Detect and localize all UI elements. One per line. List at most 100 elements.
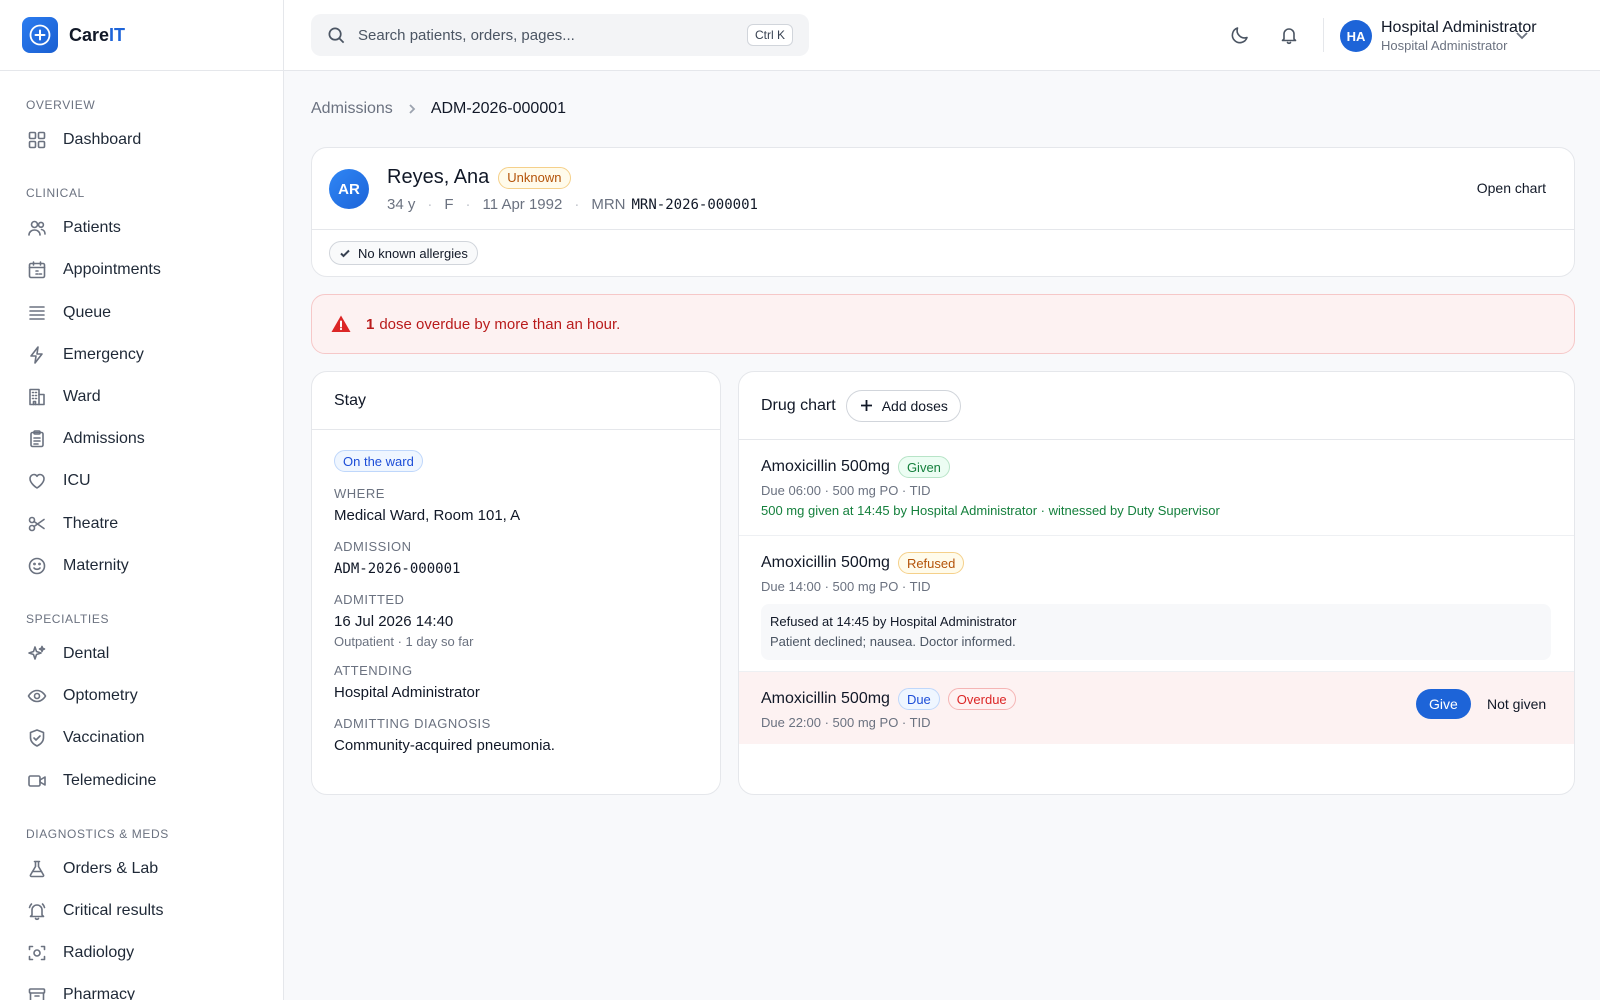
sidebar-item-optometry[interactable]: Optometry [0,675,283,717]
chevron-right-icon [409,104,416,114]
give-button[interactable]: Give [1416,689,1471,719]
sidebar: CareIT OVERVIEW Dashboard CLINICAL Patie… [0,0,284,1000]
stay-card: Stay On the ward WHERE Medical Ward, Roo… [311,371,721,795]
admitted-label: ADMITTED [334,592,405,607]
sidebar-item-patients[interactable]: Patients [0,207,283,249]
add-doses-button[interactable]: Add doses [845,389,961,422]
nav-section-title: OVERVIEW [26,98,96,112]
sidebar-nav: OVERVIEW Dashboard CLINICAL Patients App… [0,71,283,1000]
dose-status-badge: Refused [897,552,965,574]
sidebar-item-theatre[interactable]: Theatre [0,503,283,545]
app-name: CareIT [69,24,126,45]
patient-avatar: AR [329,169,369,209]
sidebar-item-dental[interactable]: Dental [0,633,283,675]
sidebar-item-label: Theatre [63,514,119,532]
sidebar-item-label: Radiology [63,944,135,962]
user-menu[interactable]: HA Hospital Administrator Hospital Admin… [1340,18,1537,54]
mrn-label: MRN [591,196,626,213]
sidebar-item-queue[interactable]: Queue [0,292,283,334]
chevron-down-icon[interactable] [1514,27,1530,43]
patient-age: 34 y [387,196,416,213]
main-content: Admissions ADM-2026-000001 AR Reyes, Ana… [311,71,1575,795]
divider [1323,18,1324,52]
where-value: Medical Ward, Room 101, A [334,507,521,524]
bell-alert-icon [28,903,46,920]
breadcrumb-current: ADM-2026-000001 [430,100,567,117]
dose-schedule: Due 06:00 · 500 mg PO · TID [761,483,931,498]
calendar-icon [28,261,46,279]
avatar: HA [1340,20,1372,52]
sidebar-item-label: Pharmacy [63,986,136,1000]
breadcrumb: Admissions ADM-2026-000001 [311,71,1575,147]
admitted-value: 16 Jul 2026 14:40 [334,613,454,630]
dose-status-badge: Given [897,456,950,478]
not-given-button[interactable]: Not given [1487,696,1546,712]
search-placeholder: Search patients, orders, pages... [358,26,575,44]
patient-mrn: MRN-2026-000001 [631,196,758,213]
search-input[interactable]: Search patients, orders, pages... Ctrl K [311,14,809,56]
top-bar: Search patients, orders, pages... Ctrl K… [284,0,1600,71]
admission-label: ADMISSION [334,539,412,554]
dose-administration-note: 500 mg given at 14:45 by Hospital Admini… [761,503,1220,518]
sidebar-item-ward[interactable]: Ward [0,376,283,418]
alert-text: dose overdue by more than an hour. [379,315,621,333]
sidebar-item-admissions[interactable]: Admissions [0,418,283,460]
sparkles-icon [28,645,46,660]
sidebar-item-label: Dashboard [63,131,142,149]
sidebar-item-label: Admissions [63,430,145,448]
diagnosis-label: ADMITTING DIAGNOSIS [334,716,491,731]
eye-icon [27,689,47,703]
breadcrumb-link-admissions[interactable]: Admissions [311,100,393,118]
dose-drug: Amoxicillin 500mg [761,458,890,475]
sidebar-item-label: Telemedicine [63,771,157,789]
scissors-icon [28,516,45,531]
drug-chart-card: Drug chart Add doses Amoxicillin 500mg G… [738,371,1575,795]
sidebar-item-label: Critical results [63,901,164,919]
sidebar-item-critical-results[interactable]: Critical results [0,890,283,932]
sidebar-item-label: Ward [63,388,101,406]
dose-drug: Amoxicillin 500mg [761,690,890,707]
open-chart-button[interactable]: Open chart [1477,180,1546,196]
sidebar-item-icu[interactable]: ICU [0,460,283,502]
sidebar-item-dashboard[interactable]: Dashboard [0,119,283,161]
nav-section-title: CLINICAL [26,186,85,201]
box-icon [28,988,46,1000]
sidebar-item-telemedicine[interactable]: Telemedicine [0,759,283,801]
overdue-alert: 1 dose overdue by more than an hour. [311,294,1575,354]
sidebar-item-appointments[interactable]: Appointments [0,249,283,291]
moon-icon[interactable] [1229,24,1251,46]
diagnosis-value: Community-acquired pneumonia. [334,737,555,754]
refusal-note: Patient declined; nausea. Doctor informe… [770,634,1016,649]
grid-icon [28,131,46,149]
sidebar-item-pharmacy[interactable]: Pharmacy [0,974,283,1000]
brand[interactable]: CareIT [0,0,283,71]
sidebar-item-label: Vaccination [63,729,145,747]
allergy-chip: No known allergies [329,241,478,265]
sidebar-item-label: Queue [63,303,112,321]
patient-dob: 11 Apr 1992 [482,196,563,213]
stay-title: Stay [312,372,720,430]
shield-check-icon [29,729,45,748]
sidebar-item-radiology[interactable]: Radiology [0,932,283,974]
sidebar-item-label: Patients [63,219,121,237]
building-icon [29,388,45,406]
smile-icon [28,557,46,575]
plus-icon [860,400,872,411]
search-icon [328,27,345,43]
drug-chart-title: Drug chart [761,396,836,414]
sidebar-item-orders-lab[interactable]: Orders & Lab [0,848,283,890]
sidebar-item-vaccination[interactable]: Vaccination [0,717,283,759]
patient-name: Reyes, Ana [387,166,490,188]
sidebar-item-maternity[interactable]: Maternity [0,545,283,587]
sidebar-item-label: Orders & Lab [63,859,159,877]
app-logo-icon [22,17,58,53]
bell-icon[interactable] [1278,24,1300,46]
users-icon [28,220,46,237]
dose-drug: Amoxicillin 500mg [761,554,890,571]
dose-row-overdue: Amoxicillin 500mg Due Overdue Due 22:00 … [739,672,1574,744]
sidebar-item-emergency[interactable]: Emergency [0,334,283,376]
sidebar-item-label: Optometry [63,687,138,705]
scan-icon [28,945,46,961]
dose-row: Amoxicillin 500mg Given Due 06:00 · 500 … [739,440,1574,536]
sidebar-item-label: ICU [63,472,91,490]
